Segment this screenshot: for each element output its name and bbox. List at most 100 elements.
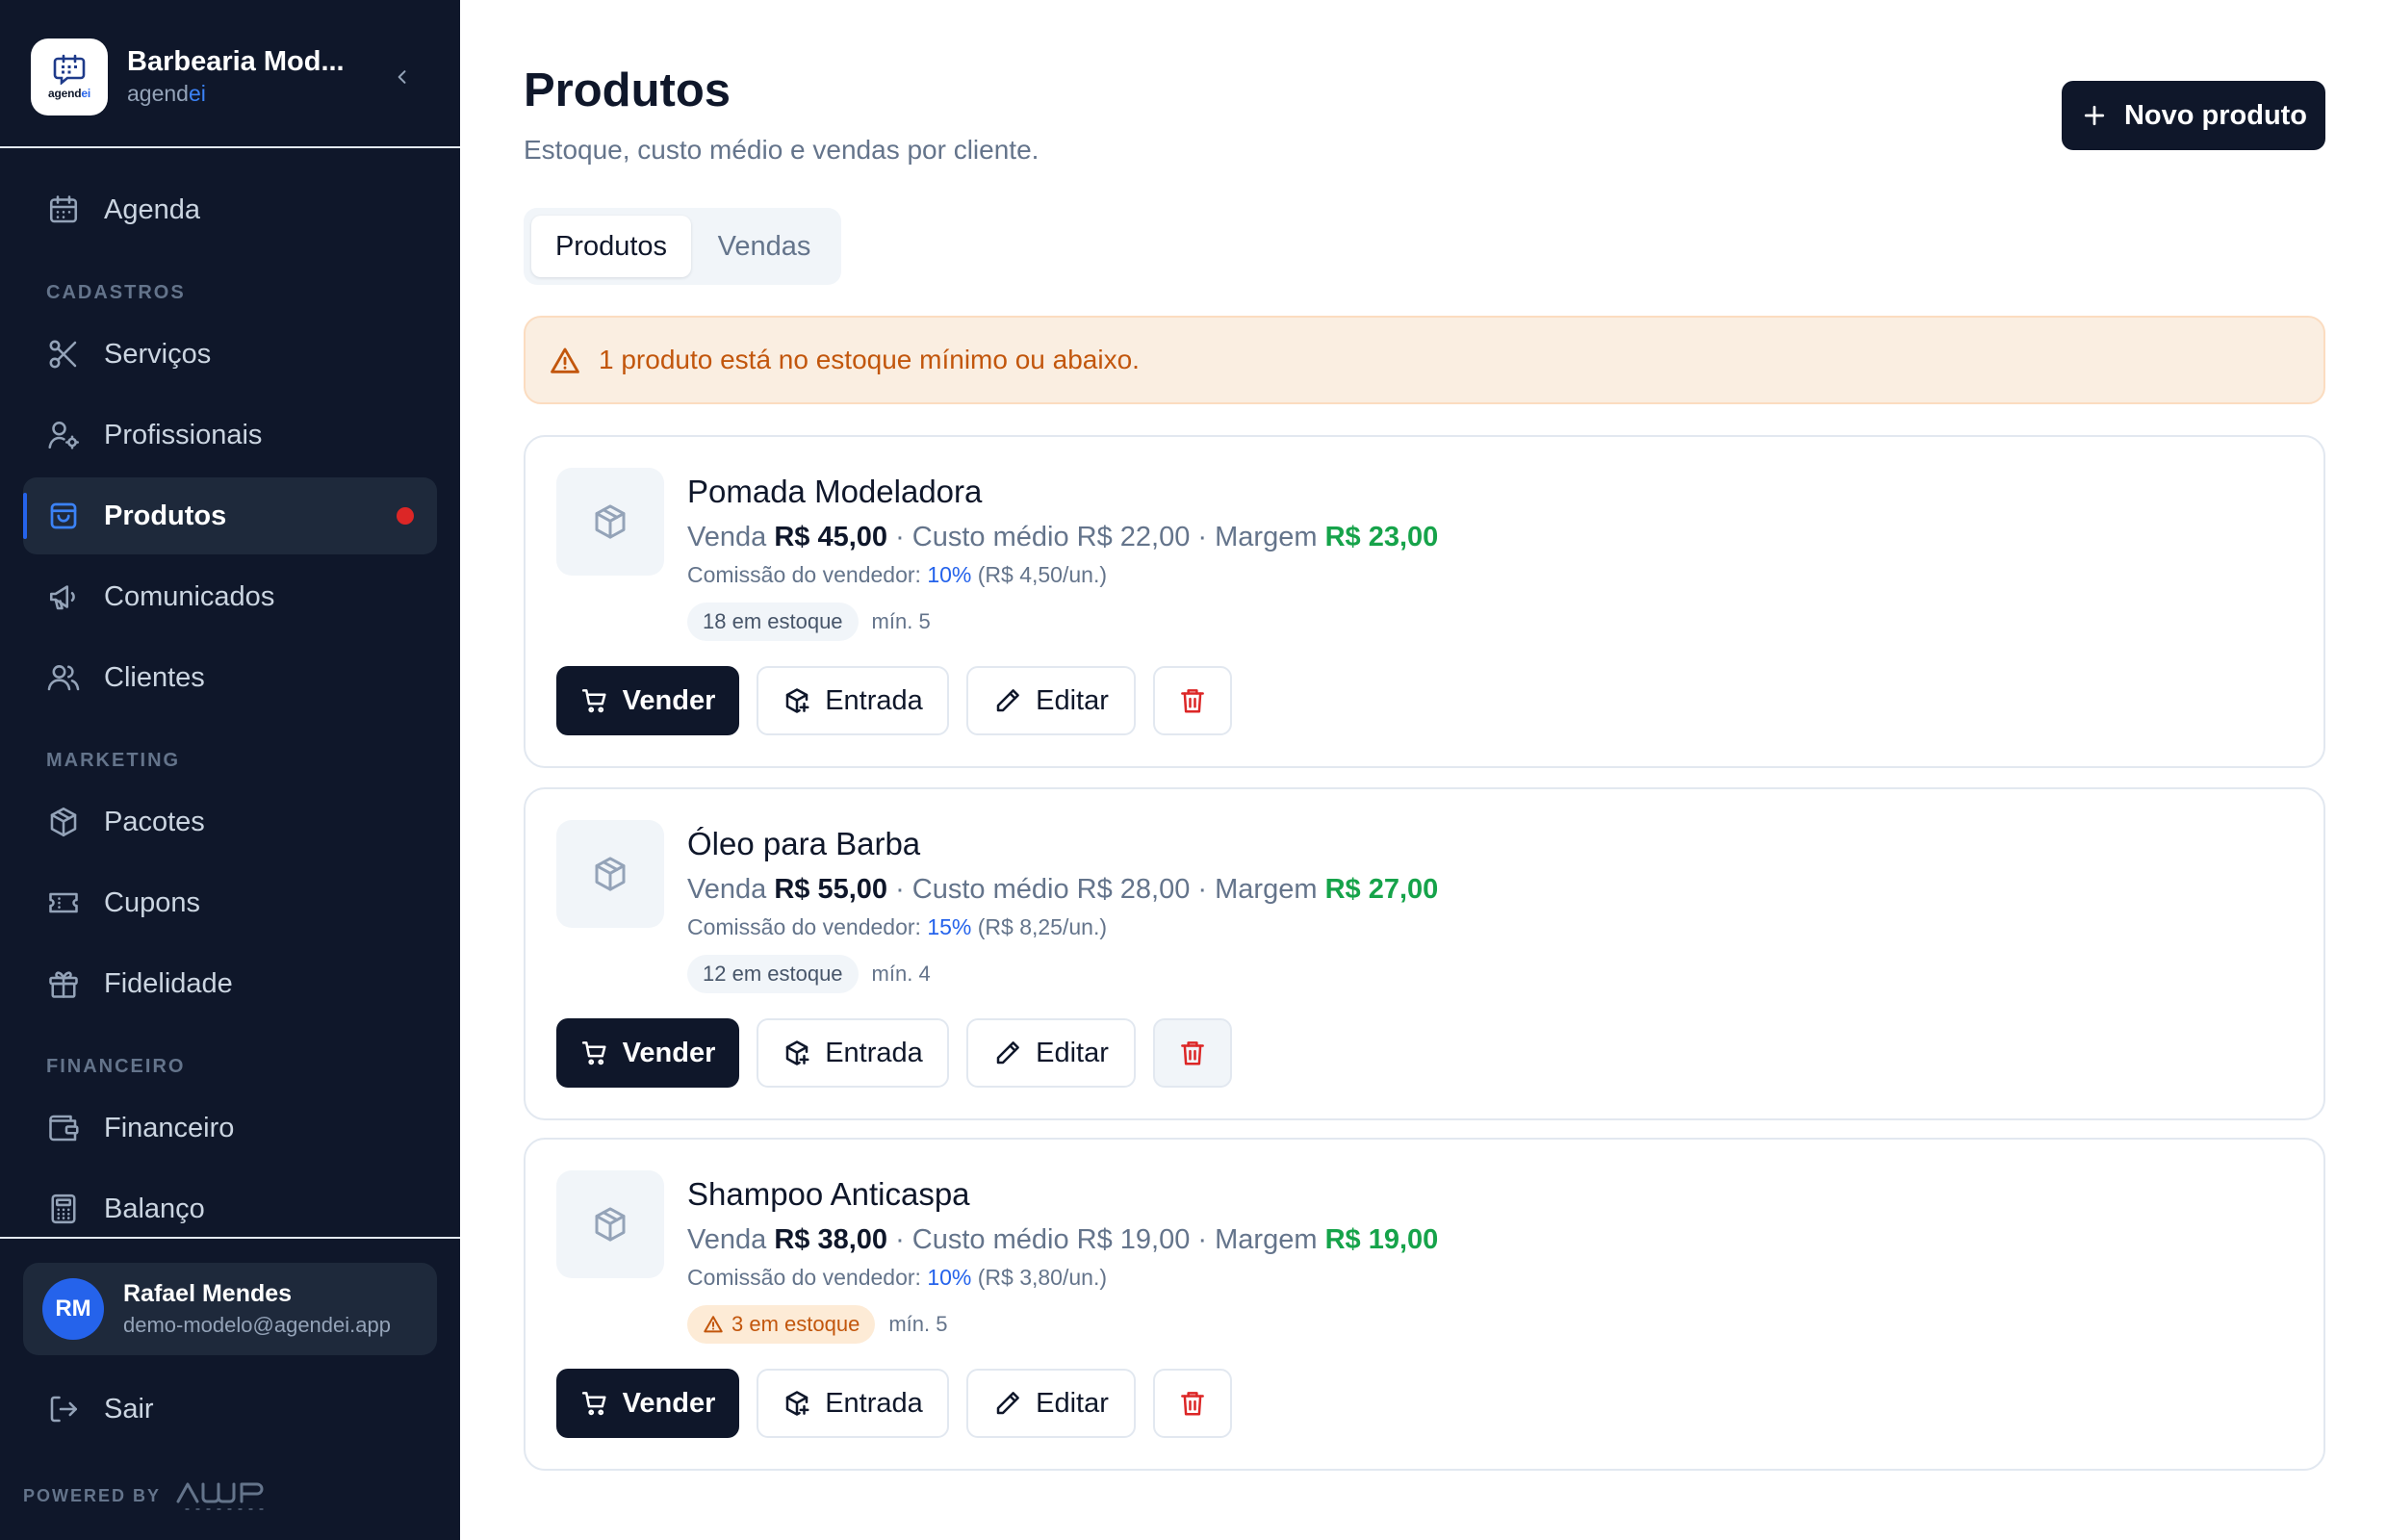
product-prices: Venda R$ 38,00 · Custo médio R$ 19,00 · … (687, 1224, 1438, 1256)
sidebar-item-label: Financeiro (104, 1112, 235, 1143)
sidebar-item-profissionais[interactable]: Profissionais (23, 397, 437, 474)
sidebar-item-label: Profissionais (104, 419, 263, 450)
sale-label: Venda (687, 1224, 767, 1255)
product-name: Shampoo Anticaspa (687, 1176, 970, 1212)
main-content: Produtos Estoque, custo médio e vendas p… (460, 0, 2387, 1540)
stock-row: 12 em estoque mín. 4 (687, 955, 931, 993)
sidebar-item-label: Pacotes (104, 806, 205, 837)
plus-icon (2084, 105, 2105, 126)
sidebar-item-comunicados[interactable]: Comunicados (23, 558, 437, 635)
tab-produtos[interactable]: Produtos (531, 216, 691, 277)
delete-button[interactable] (1153, 666, 1232, 735)
shopping-cart-icon (581, 1041, 606, 1065)
shopping-bag-icon (50, 502, 77, 529)
section-cadastros: CADASTROS (46, 282, 186, 303)
commission-label: Comissão do vendedor: (687, 914, 921, 939)
logo-wordmark: agendei (48, 87, 90, 100)
entry-label: Entrada (825, 684, 923, 716)
stock-text: 3 em estoque (732, 1312, 860, 1336)
chevron-left-icon (398, 70, 406, 84)
product-card: Óleo para Barba Venda R$ 55,00 · Custo m… (524, 787, 2325, 1120)
brand-subtitle: agendei (127, 81, 206, 106)
sidebar-item-servicos[interactable]: Serviços (23, 316, 437, 393)
sidebar-item-financeiro[interactable]: Financeiro (23, 1090, 437, 1167)
notification-dot (397, 507, 414, 525)
tab-vendas[interactable]: Vendas (697, 216, 832, 277)
calculator-icon (51, 1194, 76, 1224)
sale-price: R$ 45,00 (774, 522, 888, 552)
entry-label: Entrada (825, 1037, 923, 1068)
stock-text: 12 em estoque (703, 962, 843, 986)
sell-button[interactable]: Vender (556, 666, 739, 735)
avatar: RM (42, 1278, 104, 1340)
company-logo (176, 1482, 268, 1510)
logout-label: Sair (104, 1394, 154, 1424)
collapse-sidebar-button[interactable] (385, 60, 420, 94)
commission-value: (R$ 4,50/un.) (977, 562, 1107, 587)
product-prices: Venda R$ 55,00 · Custo médio R$ 28,00 · … (687, 874, 1438, 906)
commission-label: Comissão do vendedor: (687, 1265, 921, 1290)
powered-by: POWERED BY (23, 1476, 286, 1515)
sidebar-item-agenda[interactable]: Agenda (23, 171, 437, 248)
sell-label: Vender (622, 1387, 716, 1419)
sidebar-item-label: Comunicados (104, 580, 275, 612)
stock-badge: 12 em estoque (687, 955, 859, 993)
package-icon (595, 857, 626, 891)
stock-text: 18 em estoque (703, 609, 843, 633)
logout-button[interactable]: Sair (23, 1371, 437, 1448)
sidebar-item-label: Clientes (104, 661, 205, 693)
shopping-cart-icon (581, 1392, 606, 1416)
sidebar-item-balanco[interactable]: Balanço (23, 1170, 437, 1247)
edit-button[interactable]: Editar (966, 1018, 1136, 1088)
stock-row: 3 em estoque mín. 5 (687, 1305, 947, 1344)
sidebar-item-cupons[interactable]: Cupons (23, 864, 437, 941)
business-name: Barbearia Mod... (127, 46, 345, 77)
edit-button[interactable]: Editar (966, 1369, 1136, 1438)
sidebar-item-pacotes[interactable]: Pacotes (23, 783, 437, 860)
megaphone-icon (49, 585, 75, 610)
user-gear-icon (48, 421, 79, 449)
delete-button[interactable] (1153, 1369, 1232, 1438)
pencil-icon (996, 1392, 1019, 1415)
user-name: Rafael Mendes (123, 1280, 293, 1307)
edit-label: Editar (1036, 684, 1109, 716)
warning-triangle-icon (704, 1316, 723, 1333)
page-title: Produtos (524, 64, 732, 116)
sidebar-item-fidelidade[interactable]: Fidelidade (23, 945, 437, 1022)
trash-icon (1181, 689, 1204, 713)
alert-text: 1 produto está no estoque mínimo ou abai… (599, 345, 1140, 374)
sidebar-item-clientes[interactable]: Clientes (23, 639, 437, 716)
cost-text: · Custo médio R$ 28,00 · Margem (895, 874, 1318, 905)
delete-button[interactable] (1153, 1018, 1232, 1088)
sell-button[interactable]: Vender (556, 1369, 739, 1438)
sale-price: R$ 38,00 (774, 1224, 888, 1255)
users-icon (47, 665, 80, 691)
trash-icon (1181, 1041, 1204, 1065)
stock-entry-button[interactable]: Entrada (757, 1369, 949, 1438)
stock-minimum: mín. 5 (871, 609, 931, 633)
wallet-icon (49, 1115, 79, 1142)
product-prices: Venda R$ 45,00 · Custo médio R$ 22,00 · … (687, 522, 1438, 553)
low-stock-badge: 3 em estoque (687, 1305, 876, 1344)
sidebar-item-label: Agenda (104, 193, 200, 225)
brand-header: agendei Barbearia Mod... agendei (0, 0, 460, 148)
sell-button[interactable]: Vender (556, 1018, 739, 1088)
sidebar-item-produtos[interactable]: Produtos (23, 477, 437, 554)
sidebar-item-label: Balanço (104, 1193, 205, 1224)
user-email: demo-modelo@agendei.app (123, 1313, 391, 1337)
product-card: Shampoo Anticaspa Venda R$ 38,00 · Custo… (524, 1138, 2325, 1471)
cost-text: · Custo médio R$ 19,00 · Margem (895, 1224, 1318, 1255)
stock-entry-button[interactable]: Entrada (757, 1018, 949, 1088)
user-profile-card[interactable]: RM Rafael Mendes demo-modelo@agendei.app (23, 1263, 437, 1355)
stock-entry-button[interactable]: Entrada (757, 666, 949, 735)
commission-value: (R$ 8,25/un.) (977, 914, 1107, 939)
commission-percent: 15% (927, 914, 972, 939)
edit-button[interactable]: Editar (966, 666, 1136, 735)
sale-label: Venda (687, 874, 767, 905)
product-commission: Comissão do vendedor: 10% (R$ 3,80/un.) (687, 1265, 1107, 1291)
calendar-chat-icon (53, 54, 86, 85)
product-commission: Comissão do vendedor: 15% (R$ 8,25/un.) (687, 914, 1107, 940)
package-icon (50, 807, 77, 837)
new-product-button[interactable]: Novo produto (2062, 81, 2325, 150)
sidebar-item-label: Cupons (104, 886, 200, 918)
